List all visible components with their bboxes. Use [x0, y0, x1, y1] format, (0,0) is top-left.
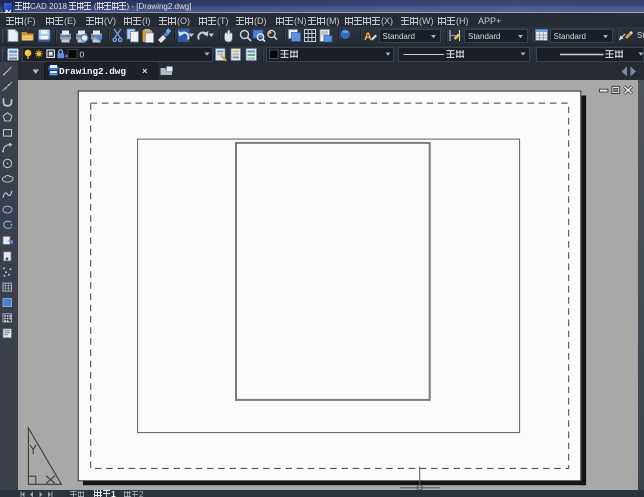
svg-text:0: 0: [80, 49, 85, 59]
svg-text:A: A: [364, 31, 372, 43]
svg-text:St: St: [637, 31, 644, 40]
